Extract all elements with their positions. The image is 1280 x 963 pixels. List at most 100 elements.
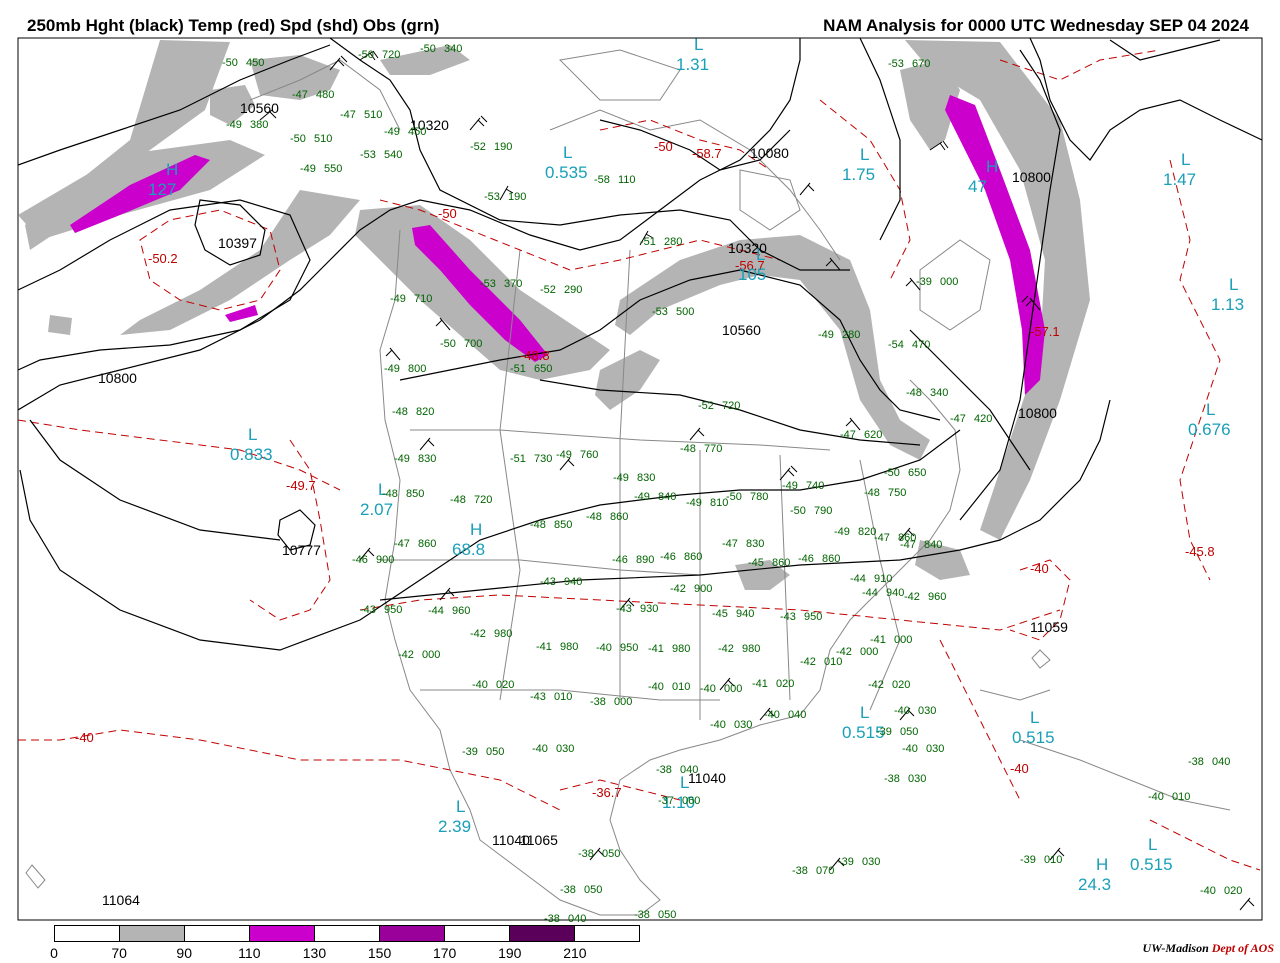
obs-temp: -51 [640, 236, 656, 248]
obs-temp: -50 [358, 49, 374, 61]
obs-height: 030 [926, 743, 944, 755]
temperature-label: -48.8 [520, 348, 550, 363]
obs-height: 860 [684, 551, 702, 563]
obs-temp: -40 [472, 679, 488, 691]
obs-temp: -49 [834, 526, 850, 538]
obs-height: 510 [364, 109, 382, 121]
obs-temp: -53 [652, 306, 668, 318]
obs-temp: -54 [888, 339, 904, 351]
obs-height: 110 [618, 174, 636, 186]
obs-height: 900 [376, 554, 394, 566]
obs-height: 850 [554, 519, 572, 531]
obs-temp: -52 [470, 141, 486, 153]
obs-temp: -48 [586, 511, 602, 523]
obs-temp: -46 [612, 554, 628, 566]
legend-tick: 0 [50, 945, 58, 961]
credit-org: UW-Madison [1142, 941, 1209, 955]
obs-height: 950 [804, 611, 822, 623]
obs-height: 820 [416, 406, 434, 418]
obs-temp: -51 [510, 363, 526, 375]
obs-height: 000 [724, 683, 742, 695]
legend-swatch [315, 926, 380, 941]
temperature-label: -50.2 [148, 251, 178, 266]
obs-temp: -46 [660, 551, 676, 563]
obs-temp: -39 [462, 746, 478, 758]
obs-height: 860 [772, 557, 790, 569]
temperature-label: -50 [654, 139, 673, 154]
obs-temp: -47 [340, 109, 356, 121]
obs-temp: -38 [656, 764, 672, 776]
obs-temp: -50 [222, 57, 238, 69]
obs-height: 050 [900, 726, 918, 738]
obs-height: 830 [746, 538, 764, 550]
obs-temp: -44 [850, 573, 866, 585]
obs-height: 540 [384, 149, 402, 161]
obs-temp: -38 [884, 773, 900, 785]
extrema-value: 0.833 [230, 445, 273, 464]
obs-height: 950 [620, 642, 638, 654]
obs-temp: -52 [540, 284, 556, 296]
obs-temp: -42 [868, 679, 884, 691]
obs-temp: -39 [916, 276, 932, 288]
obs-temp: -41 [752, 678, 768, 690]
obs-height: 380 [250, 119, 268, 131]
obs-height: 700 [464, 338, 482, 350]
obs-temp: -47 [900, 539, 916, 551]
extrema-letter: L [1206, 400, 1215, 419]
obs-temp: -48 [864, 487, 880, 499]
obs-height: 190 [508, 191, 526, 203]
extrema-value: 1.75 [842, 165, 875, 184]
legend-swatch [120, 926, 185, 941]
obs-height: 020 [496, 679, 514, 691]
obs-temp: -53 [360, 149, 376, 161]
obs-temp: -43 [530, 691, 546, 703]
obs-height: 420 [974, 413, 992, 425]
obs-temp: -40 [1148, 791, 1164, 803]
obs-height: 030 [734, 719, 752, 731]
obs-height: 960 [928, 591, 946, 603]
extrema-value: 0.515 [1012, 728, 1055, 747]
obs-height: 950 [384, 604, 402, 616]
temperature-label: -50 [438, 206, 457, 221]
temperature-label: -40 [1010, 761, 1029, 776]
obs-temp: -50 [440, 338, 456, 350]
extrema-value: 1.31 [676, 55, 709, 74]
obs-temp: -38 [578, 848, 594, 860]
obs-temp: -42 [398, 649, 414, 661]
obs-temp: -46 [798, 553, 814, 565]
obs-height: 040 [1212, 756, 1230, 768]
obs-temp: -48 [450, 494, 466, 506]
obs-height: 980 [742, 643, 760, 655]
obs-temp: -45 [748, 557, 764, 569]
speed-legend [54, 925, 640, 942]
weather-map: 1056010320100801080010320105601080010800… [17, 35, 1263, 925]
obs-temp: -47 [394, 538, 410, 550]
obs-temp: -37 [658, 795, 674, 807]
obs-height: 730 [534, 453, 552, 465]
obs-height: 800 [408, 363, 426, 375]
obs-temp: -49 [394, 453, 410, 465]
height-label: 10800 [1018, 405, 1057, 421]
obs-height: 500 [676, 306, 694, 318]
obs-height: 010 [554, 691, 572, 703]
obs-height: 670 [912, 58, 930, 70]
extrema-value: 127 [148, 180, 176, 199]
obs-height: 960 [452, 605, 470, 617]
obs-temp: -40 [700, 683, 716, 695]
obs-height: 720 [722, 400, 740, 412]
obs-height: 060 [682, 795, 700, 807]
extrema-letter: L [860, 145, 869, 164]
extrema-value: 1.13 [1211, 295, 1244, 314]
obs-temp: -58 [594, 174, 610, 186]
obs-height: 830 [418, 453, 436, 465]
obs-height: 650 [534, 363, 552, 375]
legend-swatch [250, 926, 315, 941]
obs-temp: -42 [800, 656, 816, 668]
obs-temp: -49 [390, 293, 406, 305]
obs-temp: -39 [876, 726, 892, 738]
height-label: 10800 [98, 370, 137, 386]
obs-height: 190 [494, 141, 512, 153]
temperature-label: -45.8 [1185, 544, 1215, 559]
obs-height: 940 [886, 587, 904, 599]
obs-height: 550 [324, 163, 342, 175]
